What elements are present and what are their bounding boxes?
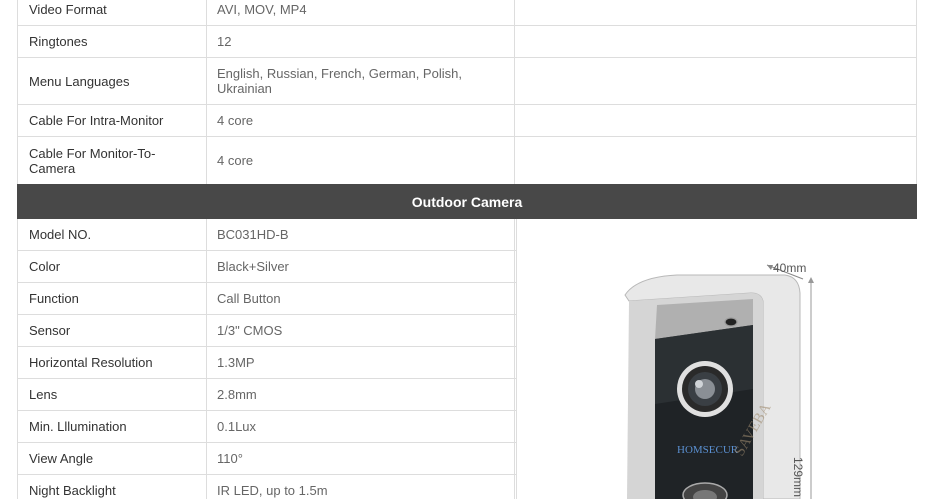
doorbell-camera-image: HOMSECUR SAVEBA xyxy=(624,264,814,499)
spec-value: Black+Silver xyxy=(207,251,515,282)
spec-key: Night Backlight xyxy=(17,475,207,499)
table-row: Horizontal Resolution 1.3MP xyxy=(17,347,516,379)
table-row: Color Black+Silver xyxy=(17,251,516,283)
spec-value: 1/3" CMOS xyxy=(207,315,515,346)
spec-key: Function xyxy=(17,283,207,314)
spec-value: 4 core xyxy=(207,105,515,136)
table-row: Night Backlight IR LED, up to 1.5m xyxy=(17,475,516,499)
spec-key: Color xyxy=(17,251,207,282)
spec-key: Cable For Intra-Monitor xyxy=(17,105,207,136)
spec-key: Lens xyxy=(17,379,207,410)
spec-value: 2.8mm xyxy=(207,379,515,410)
table-row: Video Format AVI, MOV, MP4 xyxy=(17,0,916,26)
table-row: View Angle 110° xyxy=(17,443,516,475)
spec-key: Min. Lllumination xyxy=(17,411,207,442)
spec-value: English, Russian, French, German, Polish… xyxy=(207,58,515,104)
table-row: Model NO. BC031HD-B xyxy=(17,219,516,251)
spec-table-outdoor-camera: Model NO. BC031HD-B Color Black+Silver F… xyxy=(17,219,516,499)
spec-value: 12 xyxy=(207,26,515,57)
table-row: Cable For Monitor-To-Camera 4 core xyxy=(17,137,916,184)
table-row: Cable For Intra-Monitor 4 core xyxy=(17,105,916,137)
table-row: Min. Lllumination 0.1Lux xyxy=(17,411,516,443)
spec-value: AVI, MOV, MP4 xyxy=(207,0,515,25)
spec-table-top: Video Format AVI, MOV, MP4 Ringtones 12 … xyxy=(17,0,917,184)
spec-value: 1.3MP xyxy=(207,347,515,378)
spec-key: Cable For Monitor-To-Camera xyxy=(17,137,207,184)
depth-dimension-label: 40mm xyxy=(773,261,807,275)
spec-key: Sensor xyxy=(17,315,207,346)
brand-logo: HOMSECUR xyxy=(677,444,739,456)
spec-key: View Angle xyxy=(17,443,207,474)
product-image-panel: HOMSECUR SAVEBA 40mm 129mm xyxy=(516,219,916,499)
spec-key: Ringtones xyxy=(17,26,207,57)
table-row: Ringtones 12 xyxy=(17,26,916,58)
spec-value: BC031HD-B xyxy=(207,219,515,250)
height-dimension-label: 129mm xyxy=(791,457,805,498)
spec-key: Menu Languages xyxy=(17,58,207,104)
table-row: Lens 2.8mm xyxy=(17,379,516,411)
section-title: Outdoor Camera xyxy=(411,193,523,210)
spec-value: IR LED, up to 1.5m xyxy=(207,475,515,499)
spec-value: Call Button xyxy=(207,283,515,314)
spec-key: Horizontal Resolution xyxy=(17,347,207,378)
table-row: Menu Languages English, Russian, French,… xyxy=(17,58,916,105)
spec-key: Model NO. xyxy=(17,219,207,250)
spec-key: Video Format xyxy=(17,0,207,25)
table-row: Function Call Button xyxy=(17,283,516,315)
spec-value: 0.1Lux xyxy=(207,411,515,442)
spec-value: 4 core xyxy=(207,137,515,184)
spec-value: 110° xyxy=(207,443,515,474)
section-header: Outdoor Camera xyxy=(17,184,917,219)
table-row: Sensor 1/3" CMOS xyxy=(17,315,516,347)
